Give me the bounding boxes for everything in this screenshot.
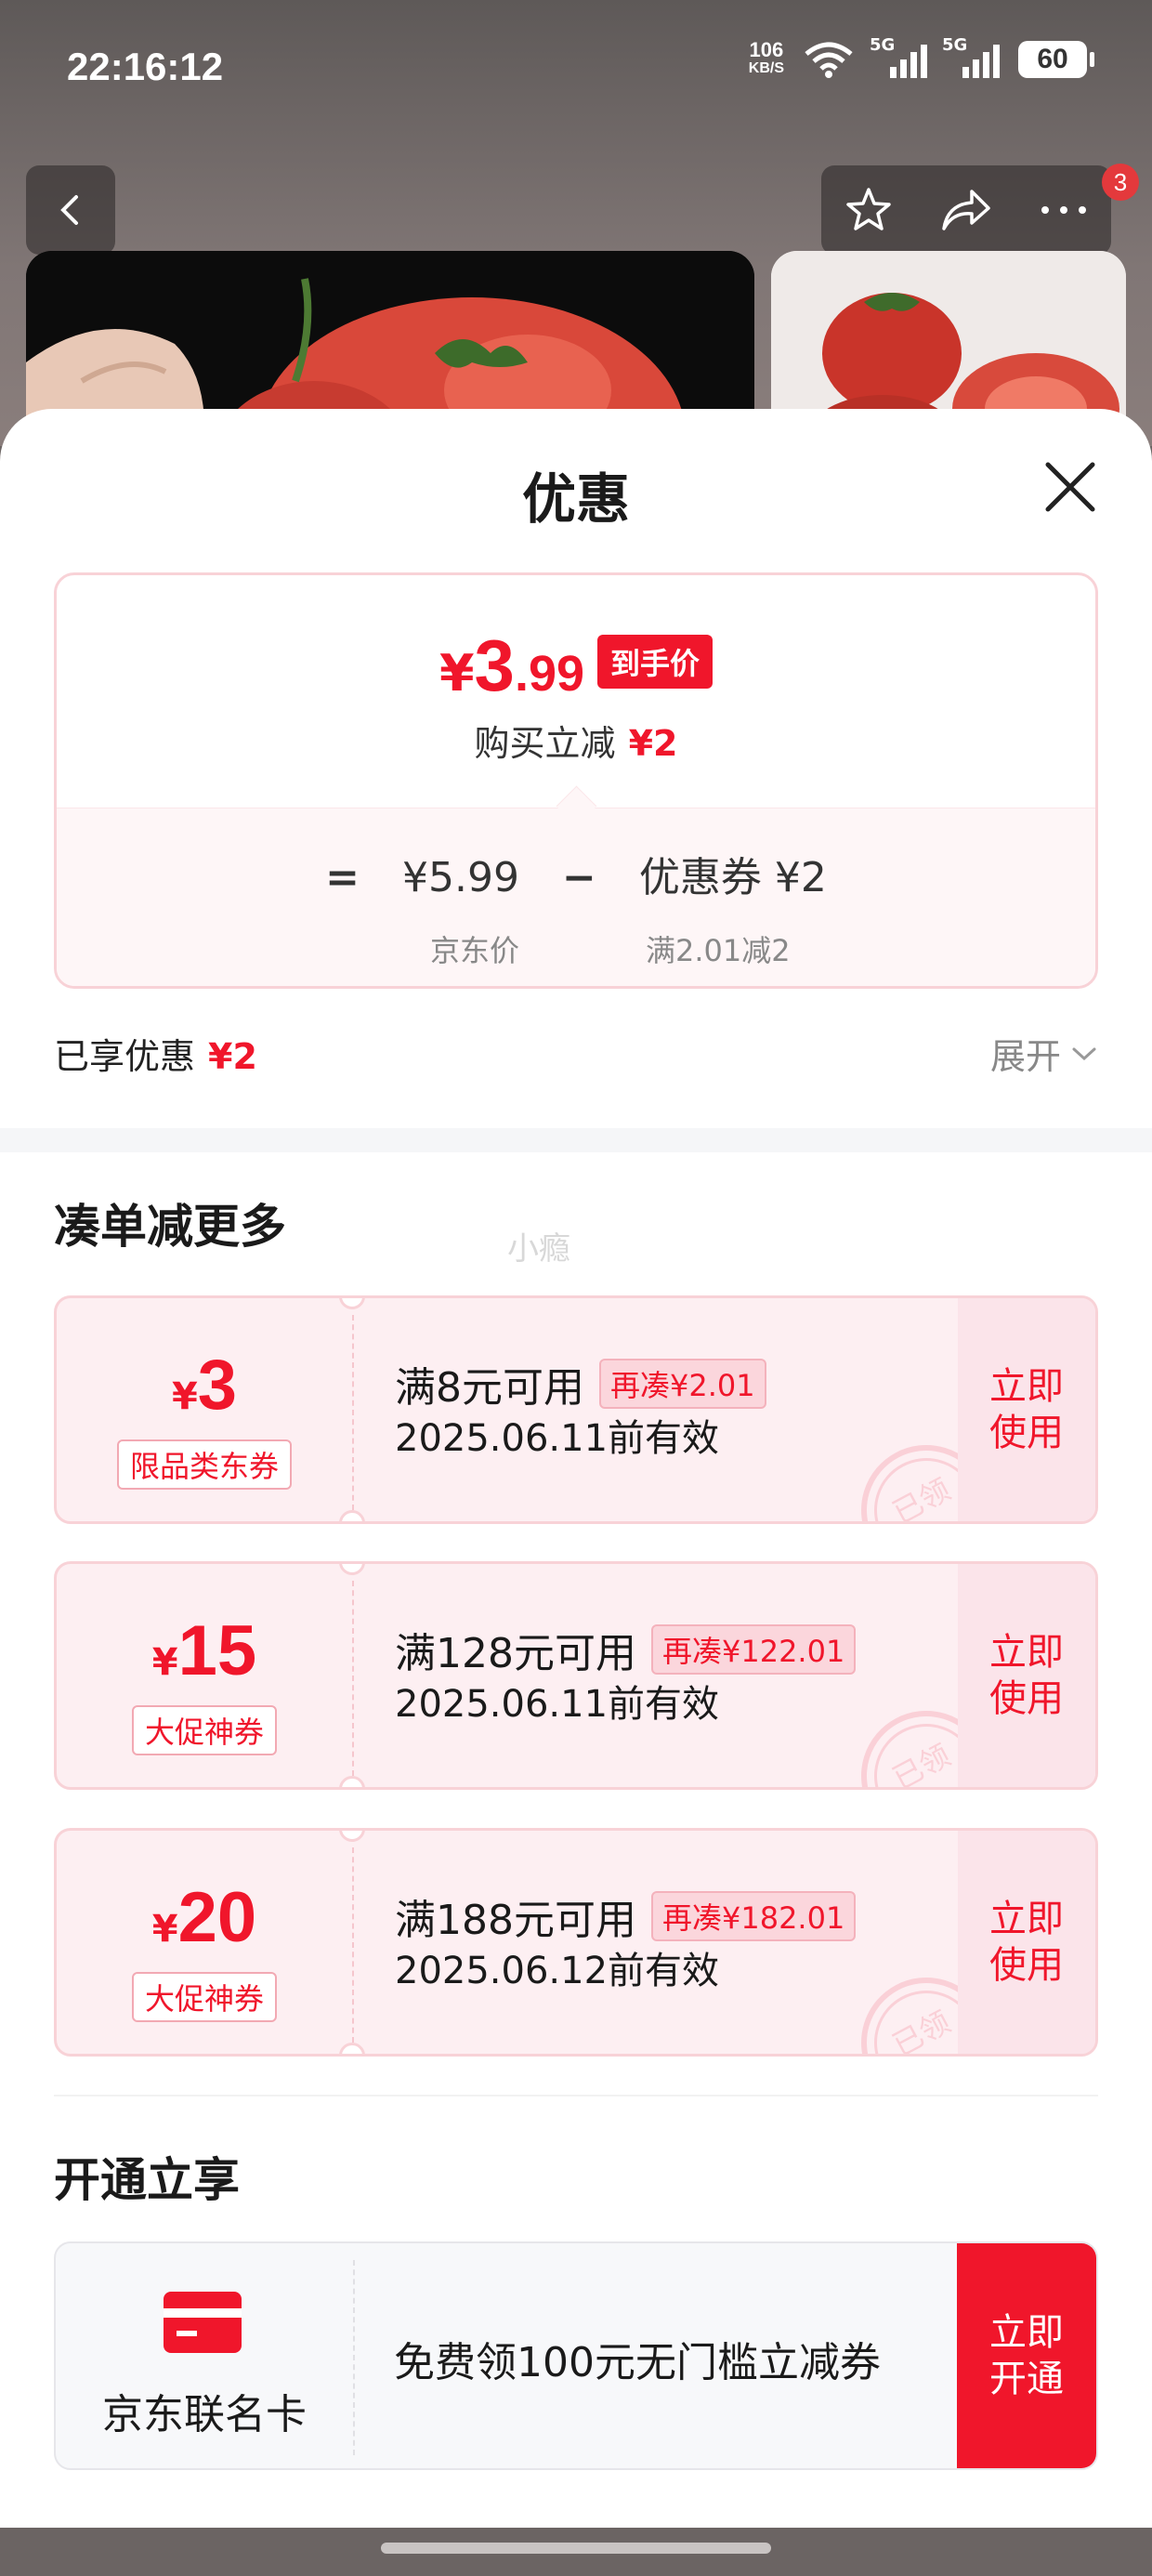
coupon-validity: 2025.06.12前有效 [395,1950,720,1992]
coupon-amount: ¥3 [57,1345,352,1426]
coupon-validity: 2025.06.11前有效 [395,1683,720,1726]
coupon-amount-value: 20 [177,1878,257,1957]
status-bar: 22:16:12 106 KB/S 5G 5G 60 [0,0,1152,139]
price-breakdown-card: ¥3.99 到手价 购买立减 ¥2 = ¥5.99 − 优惠券 ¥2 京东价 满2.… [54,572,1098,989]
status-time: 22:16:12 [67,45,224,88]
coupon-deduction: 优惠券 ¥2 [638,854,827,901]
section-divider-thin [54,2095,1098,2096]
coupon-type: 大促神券 [131,1972,277,2022]
network-speed-unit: KB/S [748,60,784,76]
use-now-button[interactable]: 立即 使用 [958,1564,1095,1787]
open-now-button[interactable]: 立即 开通 [957,2243,1096,2468]
final-price-integer: 3 [474,624,515,706]
header-actions [821,165,1111,255]
home-indicator[interactable] [381,2543,771,2554]
coupon-type: 大促神券 [131,1705,277,1755]
final-price-tag: 到手价 [597,635,713,689]
more-savings-title: 凑单减更多 [54,1200,286,1254]
star-icon[interactable] [843,184,895,236]
coupon-condition-text: 满128元可用 [395,1630,636,1677]
formula-line: = ¥5.99 − 优惠券 ¥2 [57,844,1095,903]
final-price: ¥3.99 到手价 [57,624,1095,708]
open-benefits-title: 开通立享 [54,2153,240,2207]
use-now-button[interactable]: 立即 使用 [958,1298,1095,1521]
use-now-label: 立即 使用 [989,1898,1064,1987]
coupon-amount: ¥15 [57,1610,352,1691]
coupon-amount-value: 15 [177,1611,257,1690]
use-now-label: 立即 使用 [989,1631,1064,1720]
coupon-validity: 2025.06.11前有效 [395,1417,720,1460]
signal-icon-sim2: 5G [942,35,1000,78]
reduction-label: 购买立减 [474,723,616,764]
enjoyed-amount: ¥2 [208,1036,257,1077]
cobrand-card-offer: 京东联名卡 免费领100元无门槛立减券 立即 开通 [54,2241,1098,2470]
back-button[interactable] [26,165,115,255]
section-divider [0,1128,1152,1152]
card-name: 京东联名卡 [102,2391,307,2438]
coupon-condition-text: 满8元可用 [395,1364,584,1412]
signal-icon-sim1: 5G [870,35,927,78]
share-icon[interactable] [938,184,994,236]
network-speed: 106 KB/S [748,38,784,78]
coupon-type: 限品类东券 [116,1439,292,1490]
open-now-label: 立即 开通 [989,2311,1064,2400]
close-icon[interactable] [1041,457,1100,517]
credit-card-icon [164,2292,242,2353]
status-icons: 106 KB/S 5G 5G 60 [748,35,1094,78]
discount-sheet: 优惠 ¥3.99 到手价 购买立减 ¥2 = ¥5.99 − 优惠券 ¥2 京东价 … [0,409,1152,2528]
sheet-title: 优惠 [521,467,630,531]
expand-label: 展开 [989,1036,1061,1077]
coupon-card: ¥3 限品类东券 满8元可用 再凑¥2.01 2025.06.11前有效 已领 立… [54,1295,1098,1524]
instant-reduction: 购买立减 ¥2 [57,715,1095,766]
enjoyed-label: 已享优惠 [54,1036,196,1077]
battery-icon: 60 [1018,41,1094,78]
coupon-card: ¥20 大促神券 满188元可用 再凑¥182.01 2025.06.12前有效 … [54,1828,1098,2057]
final-price-decimal: .99 [514,646,585,702]
final-price-section: ¥3.99 到手价 购买立减 ¥2 [57,575,1095,808]
reduction-amount: ¥2 [628,723,678,764]
base-price: ¥5.99 [402,854,519,901]
coupon-add-more-tag: 再凑¥122.01 [650,1624,857,1675]
minus-sign: − [561,854,596,901]
notification-badge: 3 [1102,164,1139,201]
chevron-left-icon [60,195,78,225]
wifi-icon [805,42,853,78]
watermark: 小瘾 [507,1230,570,1268]
price-formula: = ¥5.99 − 优惠券 ¥2 京东价 满2.01减2 [57,808,1095,986]
sim1-label: 5G [870,35,896,55]
base-price-label: 京东价 [430,933,520,968]
coupon-amount: ¥20 [57,1877,352,1958]
chevron-down-icon [1072,1047,1096,1060]
coupon-amount-value: 3 [197,1346,238,1425]
coupon-condition: 满188元可用 再凑¥182.01 [395,1886,857,1946]
enjoyed-discount: 已享优惠 ¥2 [54,1028,257,1079]
coupon-add-more-tag: 再凑¥2.01 [599,1359,766,1409]
use-now-label: 立即 使用 [989,1365,1064,1454]
coupon-currency: ¥ [171,1375,198,1418]
final-price-currency: ¥ [439,644,475,703]
coupon-condition-text: 满188元可用 [395,1897,636,1944]
more-icon[interactable] [1038,201,1090,219]
coupon-currency: ¥ [151,1908,178,1951]
coupon-card: ¥15 大促神券 满128元可用 再凑¥122.01 2025.06.11前有效 … [54,1561,1098,1790]
sim2-label: 5G [942,35,968,55]
coupon-condition: 满8元可用 再凑¥2.01 [395,1354,766,1413]
coupon-condition: 满128元可用 再凑¥122.01 [395,1620,857,1679]
coupon-add-more-tag: 再凑¥182.01 [650,1891,857,1941]
coupon-condition-label: 满2.01减2 [646,933,791,968]
card-offer-description: 免费领100元无门槛立减券 [394,2339,881,2386]
network-speed-value: 106 [749,38,784,61]
coupon-currency: ¥ [151,1641,178,1684]
use-now-button[interactable]: 立即 使用 [958,1831,1095,2054]
equals-sign: = [325,854,360,901]
expand-button[interactable]: 展开 [990,1028,1098,1079]
